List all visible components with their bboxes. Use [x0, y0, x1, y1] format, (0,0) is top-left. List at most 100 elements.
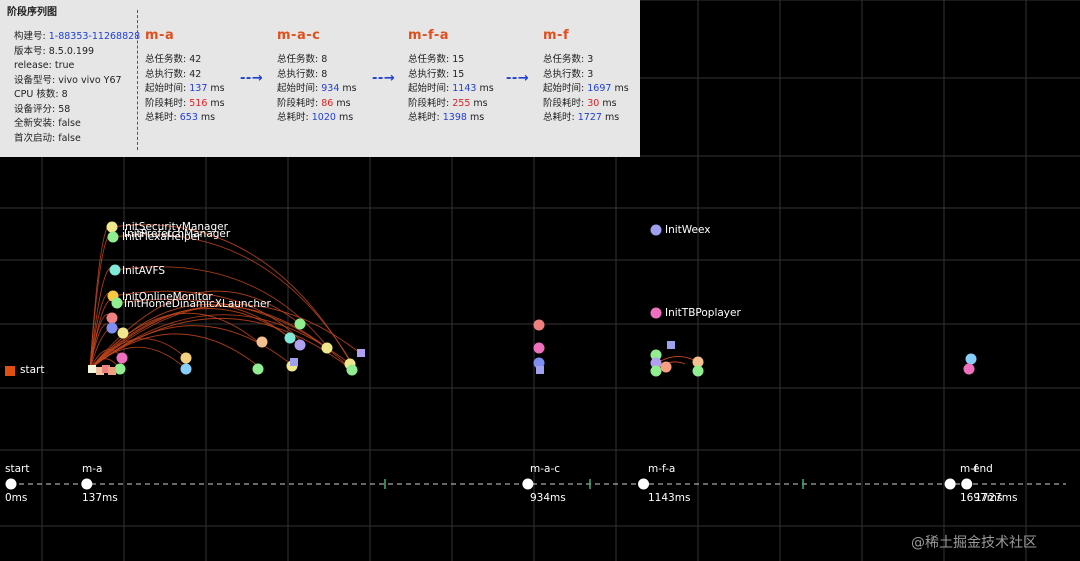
stage-stat-unit: ms — [470, 97, 488, 109]
timeline-time-end: 1727ms — [975, 492, 1018, 504]
build-info-value: 58 — [58, 103, 71, 115]
timeline-marker-m-a[interactable] — [81, 478, 93, 490]
stage-stat-row: 总耗时: 1727 ms — [543, 111, 629, 126]
stage-stat-unit: ms — [339, 83, 357, 94]
task-node[interactable] — [107, 231, 119, 243]
stage-stat-value: 42 — [189, 54, 202, 65]
build-info-label: 版本号: — [14, 45, 49, 57]
build-info-value: true — [54, 60, 75, 71]
timeline-time-m-a: 137ms — [82, 492, 118, 504]
start-node-square[interactable] — [5, 366, 15, 376]
stage-stat-label: 起始时间: — [543, 83, 588, 94]
task-node-square[interactable] — [88, 365, 96, 373]
task-node[interactable] — [106, 221, 118, 233]
task-node[interactable] — [321, 342, 333, 354]
timeline-label-m-a-c: m-a-c — [530, 463, 561, 475]
task-node[interactable] — [109, 264, 121, 276]
task-node[interactable] — [294, 318, 306, 330]
task-node[interactable] — [965, 353, 977, 365]
task-node[interactable] — [346, 364, 358, 376]
stage-stat-value: 8 — [321, 68, 328, 80]
stage-stat-row: 总执行数: 8 — [277, 68, 357, 83]
task-label-home-dinamicx-launcher: InitHomeDinamicXLauncher — [124, 298, 271, 310]
task-node[interactable] — [116, 352, 128, 364]
task-node[interactable] — [114, 363, 126, 375]
stage-arrow-icon: - - → — [240, 71, 263, 86]
task-node[interactable] — [533, 342, 545, 354]
stage-stat-row: 总执行数: 42 — [145, 68, 225, 83]
build-info-value: false — [58, 118, 81, 129]
task-label-weex: InitWeex — [665, 224, 711, 236]
stage-stat-value: 1697 — [587, 83, 612, 94]
task-node-square[interactable] — [290, 358, 298, 366]
build-info-row: 版本号: 8.5.0.199 — [14, 45, 140, 60]
task-node[interactable] — [294, 339, 306, 351]
task-label-avfs: InitAVFS — [122, 265, 165, 277]
build-info-label: 设备评分: — [14, 103, 59, 115]
stage-stat-value: 653 — [179, 112, 198, 123]
build-info-row: 全新安装: false — [14, 117, 140, 132]
task-node-square[interactable] — [108, 367, 116, 375]
build-info-row: 首次启动: false — [14, 132, 140, 147]
stage-stat-unit: ms — [466, 112, 485, 123]
task-node[interactable] — [284, 332, 296, 344]
stage-stat-label: 总执行数: — [277, 68, 322, 80]
stage-stat-label: 总耗时: — [408, 112, 443, 123]
stage-stat-value: 137 — [189, 83, 208, 94]
task-node[interactable] — [106, 312, 118, 324]
stage-stat-row: 阶段耗时: 86 ms — [277, 97, 357, 112]
timeline-marker-end[interactable] — [961, 478, 973, 490]
stage-stat-row: 总耗时: 1398 ms — [408, 111, 494, 126]
stage-stat-row: 阶段耗时: 30 ms — [543, 97, 629, 112]
task-node[interactable] — [692, 365, 704, 377]
task-node[interactable] — [180, 363, 192, 375]
build-info-label: release: — [14, 60, 55, 71]
stage-stat-unit: ms — [611, 83, 629, 94]
stage-stat-row: 起始时间: 1143 ms — [408, 82, 494, 97]
build-info-row: release: true — [14, 59, 140, 74]
dependency-edge — [655, 356, 699, 365]
task-node[interactable] — [252, 363, 264, 375]
timeline-time-m-f-a: 1143ms — [648, 492, 691, 504]
timeline-time-start: 0ms — [5, 492, 28, 504]
task-label-flexa-helper: InitFlexaHelper — [122, 231, 202, 243]
task-node[interactable] — [180, 352, 192, 364]
stage-stat-value: 8 — [321, 54, 328, 65]
task-node[interactable] — [111, 297, 123, 309]
watermark: @稀土掘金技术社区 — [911, 535, 1037, 551]
task-node[interactable] — [963, 363, 975, 375]
stage-stat-row: 总任务数: 8 — [277, 53, 357, 68]
timeline-marker-m-f-a[interactable] — [638, 478, 650, 490]
timeline-marker-start[interactable] — [5, 478, 17, 490]
task-node-square[interactable] — [667, 341, 675, 349]
stage-stat-value: 3 — [587, 54, 594, 65]
task-node[interactable] — [650, 224, 662, 236]
task-node[interactable] — [256, 336, 268, 348]
stage-name: m-a-c — [277, 28, 321, 43]
stage-stat-unit: ms — [601, 112, 620, 123]
build-info-label: 全新安装: — [14, 118, 59, 129]
task-node[interactable] — [106, 322, 118, 334]
timeline-marker-m-a-c[interactable] — [522, 478, 534, 490]
task-node[interactable] — [650, 307, 662, 319]
task-node[interactable] — [660, 361, 672, 373]
stage-stat-row: 总耗时: 1020 ms — [277, 111, 357, 126]
stage-stat-value: 86 — [321, 97, 334, 109]
stage-stat-row: 起始时间: 1697 ms — [543, 82, 629, 97]
stage-name: m-f-a — [408, 28, 450, 43]
task-node-square[interactable] — [357, 349, 365, 357]
stage-stat-label: 总执行数: — [543, 68, 588, 80]
task-node[interactable] — [533, 319, 545, 331]
task-node[interactable] — [650, 365, 662, 377]
build-info-row: CPU 核数: 8 — [14, 88, 140, 103]
task-node[interactable] — [117, 327, 129, 339]
timeline-label-m-a: m-a — [82, 463, 103, 475]
timeline-label-end: end — [973, 463, 993, 475]
task-node-square[interactable] — [536, 366, 544, 374]
stage-stat-unit: ms — [207, 97, 225, 109]
timeline-marker-m-f[interactable] — [944, 478, 956, 490]
build-info-value: false — [58, 132, 81, 144]
stage-stat-label: 总任务数: — [277, 54, 322, 65]
panel-title: 阶段序列图 — [7, 7, 57, 18]
stage-column-m-f: m-f 总任务数: 3 总执行数: 3 起始时间: 1697 ms 阶段耗时: 30 m… — [543, 29, 629, 126]
